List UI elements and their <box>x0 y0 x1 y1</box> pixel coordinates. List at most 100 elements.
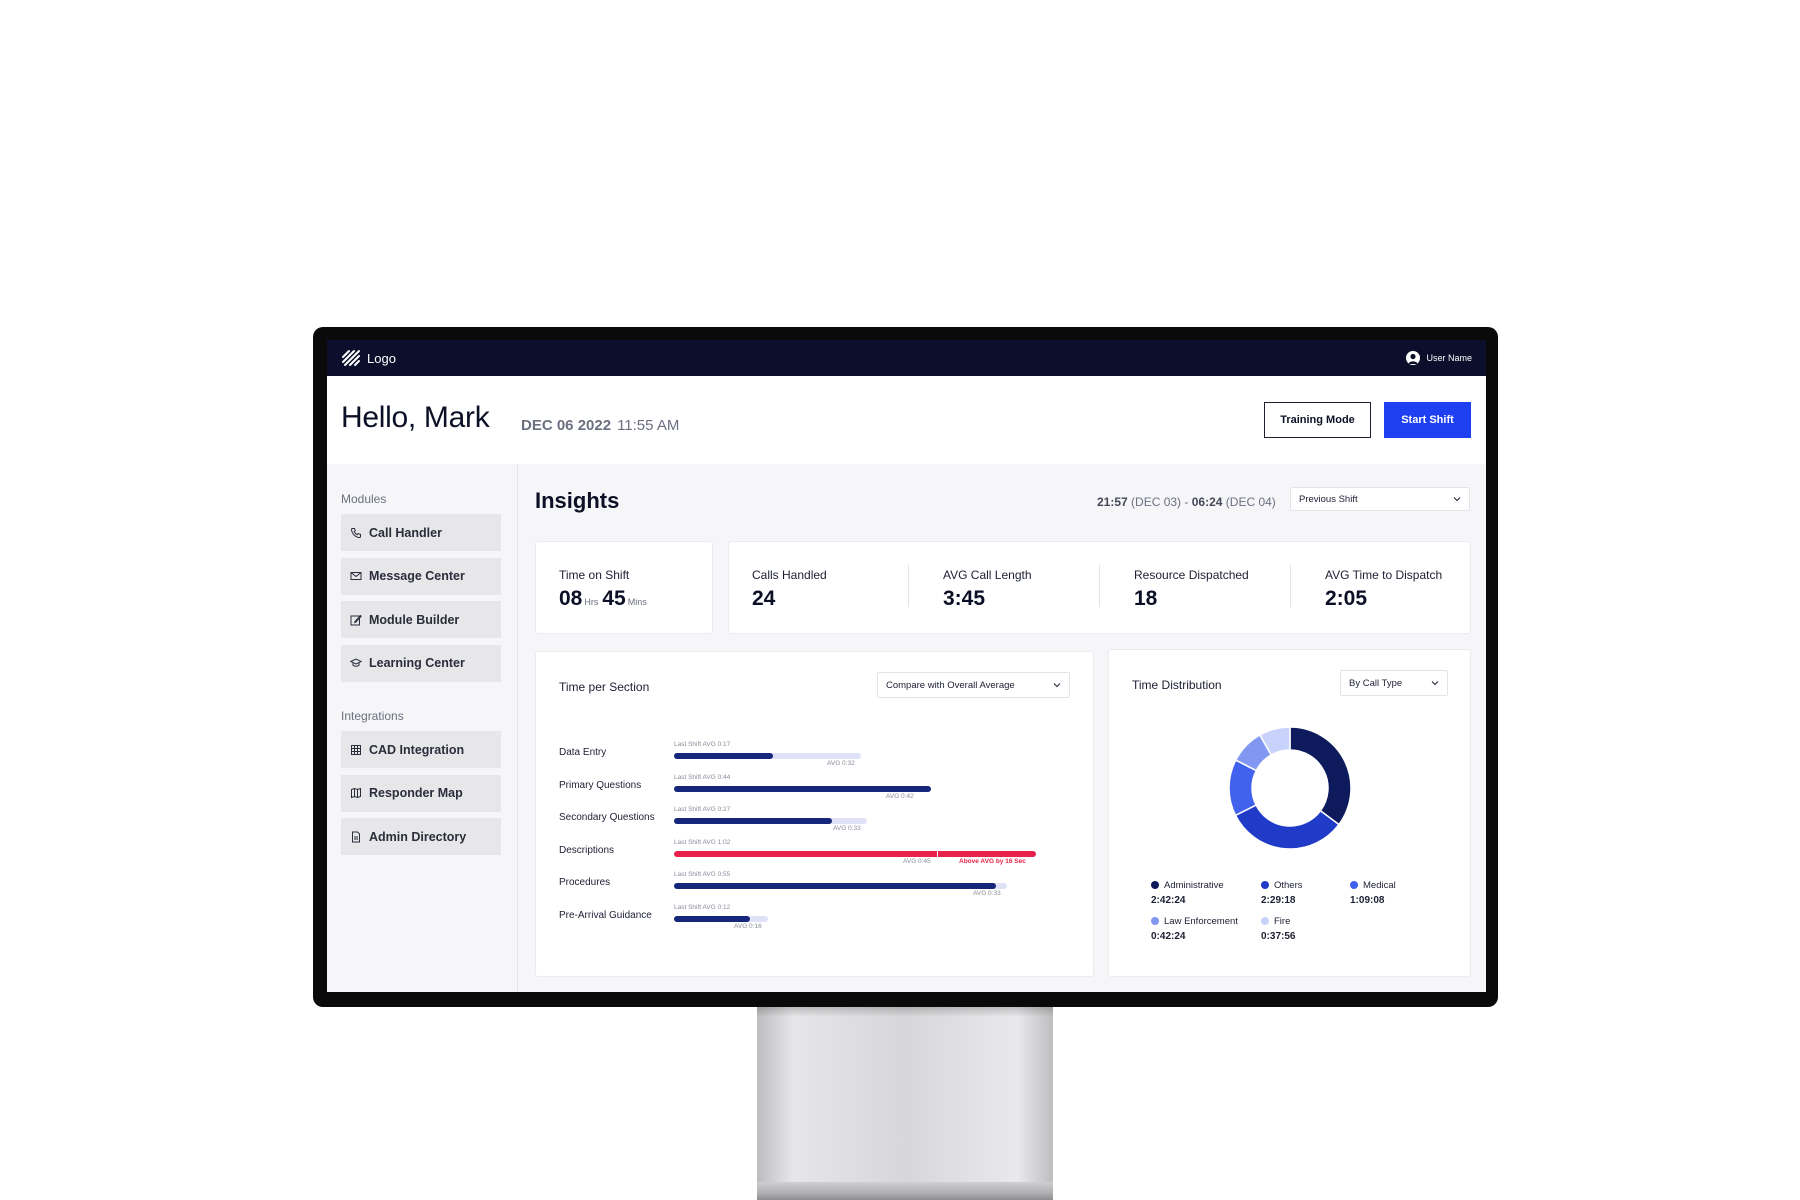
legend-label: Law Enforcement <box>1164 916 1238 927</box>
mail-icon <box>350 572 362 580</box>
avg-call-length-value: 3:45 <box>943 587 986 610</box>
avg-marker <box>937 849 938 858</box>
shift-select[interactable]: Previous Shift <box>1290 487 1470 511</box>
resource-dispatched-value: 18 <box>1134 587 1158 610</box>
section-label: Data Entry <box>559 747 607 758</box>
grid-icon <box>351 744 361 755</box>
avg-note: AVG 0:16 <box>734 922 762 930</box>
time-distribution-title: Time Distribution <box>1132 678 1222 692</box>
section-label: Primary Questions <box>559 779 642 791</box>
sidebar-item-responder-map[interactable]: Responder Map <box>341 774 501 812</box>
time-distribution-card: Time Distribution By Call Type Administr… <box>1108 649 1471 977</box>
calls-handled-label: Calls Handled <box>752 568 827 582</box>
section-bar-fill <box>674 915 750 922</box>
graduation-cap-icon <box>350 658 362 667</box>
stat-divider <box>908 565 909 607</box>
legend-label: Medical <box>1363 880 1396 891</box>
logo-icon <box>342 350 360 366</box>
time-distribution-donut <box>1228 726 1352 850</box>
sidebar-item-cad-integration[interactable]: CAD Integration <box>341 731 501 768</box>
current-datetime: DEC 06 2022 11:55 AM <box>521 417 679 434</box>
sidebar: Modules Call Handler Message Center Modu… <box>327 464 518 992</box>
above-avg-note: Above AVG by 16 Sec <box>959 857 1026 865</box>
calls-handled-stat: Calls Handled 24 <box>752 568 827 611</box>
top-nav: Logo User Name <box>327 340 1486 376</box>
document-icon <box>352 831 360 842</box>
compare-select-value: Compare with Overall Average <box>886 679 1015 691</box>
sidebar-item-label: Module Builder <box>369 612 460 627</box>
calls-handled-value: 24 <box>752 587 776 610</box>
call-type-select[interactable]: By Call Type <box>1340 670 1448 696</box>
section-bar-fill <box>674 850 1036 857</box>
time-on-shift-label: Time on Shift <box>559 568 630 582</box>
sidebar-item-call-handler[interactable]: Call Handler <box>341 514 501 551</box>
section-label: Descriptions <box>559 844 615 856</box>
current-date: DEC 06 2022 <box>521 417 612 434</box>
range-start-time: 21:57 <box>1097 495 1128 509</box>
mins-unit: Mins <box>627 597 647 607</box>
range-end-time: 06:24 <box>1191 495 1223 509</box>
resource-dispatched-stat: Resource Dispatched 18 <box>1134 568 1249 611</box>
section-bar-fill <box>674 818 832 824</box>
section-bar-fill <box>674 883 996 889</box>
page-header: Hello, Mark DEC 06 2022 11:55 AM Training… <box>327 376 1486 464</box>
legend-dot <box>1261 881 1269 889</box>
user-menu[interactable]: User Name <box>1406 351 1472 365</box>
sidebar-item-label: CAD Integration <box>369 742 465 757</box>
last-shift-note: Last Shift AVG 1:02 <box>674 838 731 846</box>
section-label: Secondary Questions <box>559 812 655 823</box>
legend-value: 1:09:08 <box>1350 895 1385 906</box>
stand-shadow <box>757 1007 1053 1017</box>
resource-dispatched-label: Resource Dispatched <box>1134 568 1249 582</box>
app-screen: Logo User Name Hello, Mark DEC 06 2022 11… <box>327 340 1486 992</box>
legend-dot <box>1261 917 1269 925</box>
sidebar-item-label: Call Handler <box>369 525 442 540</box>
hours-value: 08 <box>559 587 583 610</box>
legend-value: 0:42:24 <box>1151 931 1186 942</box>
range-separator: - <box>1184 495 1189 509</box>
section-label: Pre-Arrival Guidance <box>559 909 652 921</box>
legend-item: Fire 0:37:56 <box>1261 916 1295 942</box>
sidebar-item-label: Admin Directory <box>369 829 467 844</box>
compare-select[interactable]: Compare with Overall Average <box>877 672 1070 698</box>
phone-icon <box>350 527 361 538</box>
legend-dot <box>1350 881 1358 889</box>
insights-title: Insights <box>535 488 620 513</box>
user-name: User Name <box>1426 353 1472 363</box>
legend-value: 2:29:18 <box>1261 895 1296 906</box>
legend-label: Fire <box>1274 916 1291 927</box>
monitor-base <box>757 1182 1053 1200</box>
edit-icon <box>350 614 362 625</box>
last-shift-note: Last Shift AVG 0:44 <box>674 773 731 781</box>
sidebar-item-module-builder[interactable]: Module Builder <box>341 601 501 638</box>
training-mode-button[interactable]: Training Mode <box>1264 402 1371 438</box>
section-bar-fill <box>674 785 931 792</box>
sidebar-item-label: Responder Map <box>369 786 463 800</box>
avg-time-to-dispatch-stat: AVG Time to Dispatch 2:05 <box>1325 568 1442 611</box>
sidebar-item-learning-center[interactable]: Learning Center <box>341 644 501 682</box>
avg-time-to-dispatch-label: AVG Time to Dispatch <box>1325 568 1443 582</box>
integrations-title: Integrations <box>341 709 404 723</box>
call-type-select-value: By Call Type <box>1349 677 1403 689</box>
current-time: 11:55 AM <box>617 417 680 434</box>
logo[interactable]: Logo <box>341 349 396 367</box>
stats-card: Calls Handled 24 AVG Call Length 3:45 Re… <box>728 541 1471 634</box>
stat-divider <box>1099 565 1100 607</box>
sidebar-item-admin-directory[interactable]: Admin Directory <box>341 818 501 855</box>
time-on-shift-card: Time on Shift 08 Hrs 45 Mins <box>535 541 713 634</box>
legend-item: Medical 1:09:08 <box>1350 880 1396 906</box>
avg-call-length-stat: AVG Call Length 3:45 <box>943 568 1032 611</box>
start-shift-button[interactable]: Start Shift <box>1384 402 1471 438</box>
logo-text: Logo <box>367 350 396 366</box>
avg-time-to-dispatch-value: 2:05 <box>1325 587 1368 610</box>
time-per-section-title: Time per Section <box>559 680 650 694</box>
section-bar-fill <box>674 753 773 759</box>
time-on-shift-value: 08 Hrs 45 Mins <box>559 587 651 611</box>
modules-title: Modules <box>341 492 387 506</box>
legend-value: 0:37:56 <box>1261 931 1296 942</box>
section-label: Procedures <box>559 877 611 888</box>
sidebar-item-message-center[interactable]: Message Center <box>341 557 501 595</box>
chevron-down-icon <box>1431 681 1439 686</box>
map-icon <box>351 787 361 799</box>
mins-value: 45 <box>602 587 626 610</box>
